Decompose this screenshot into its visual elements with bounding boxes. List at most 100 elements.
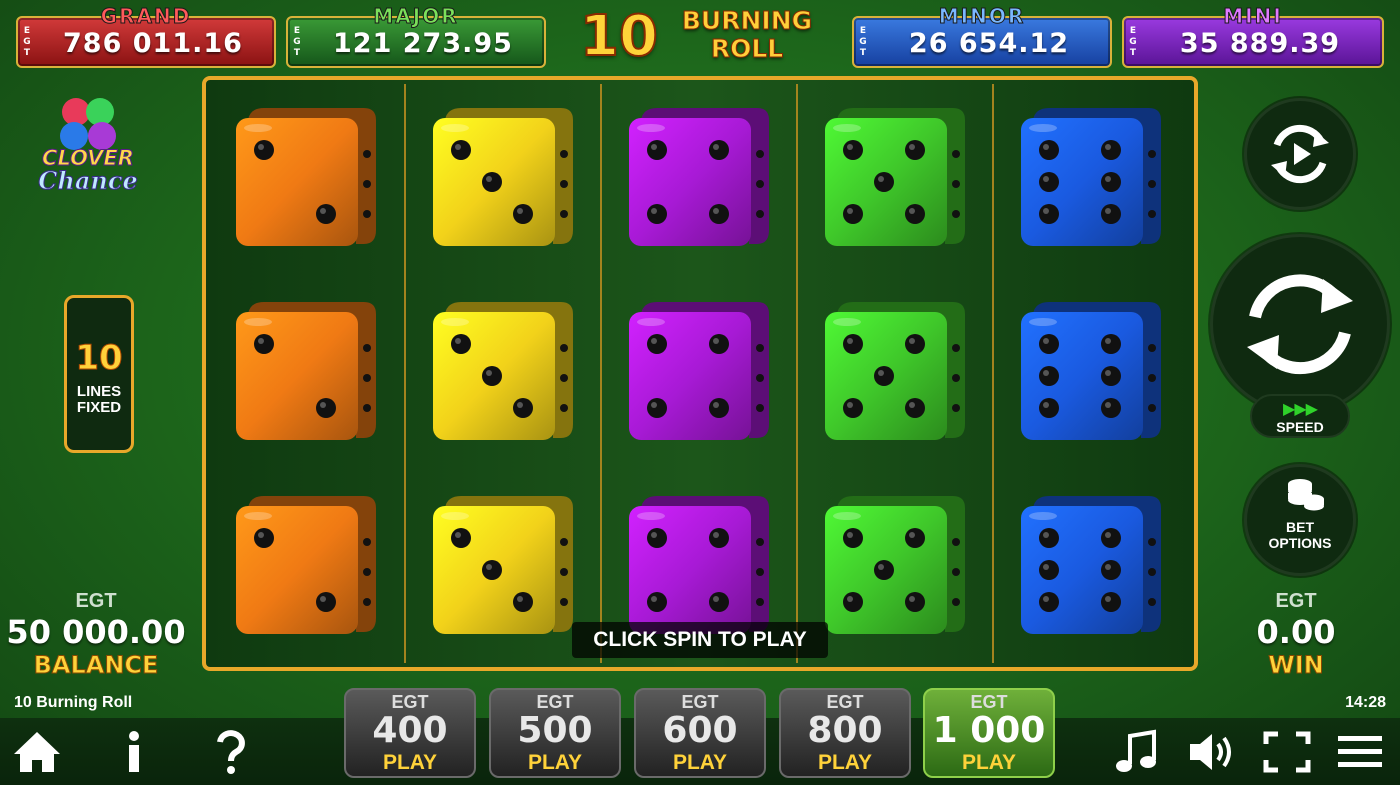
dice-icon	[1021, 302, 1161, 440]
help-icon	[217, 730, 245, 774]
jackpot-currency: EGT	[1129, 25, 1137, 58]
jackpot-grand-value: 786 011.16	[63, 28, 243, 59]
bet-options-label: BET OPTIONS	[1268, 519, 1332, 551]
dice-symbol	[627, 492, 771, 636]
jackpot-major-value: 121 273.95	[333, 28, 513, 59]
fast-forward-icon: ▶▶▶	[1283, 401, 1318, 418]
win-label: WIN	[1268, 651, 1325, 680]
win-panel: EGT 0.00 WIN	[1226, 590, 1366, 680]
dice-icon	[629, 496, 769, 634]
sound-button[interactable]	[1186, 728, 1236, 776]
bet-value: 400	[372, 710, 448, 751]
game-logo-word-2: ROLL	[710, 34, 784, 64]
jackpot-minor-value: 26 654.12	[908, 28, 1070, 59]
dice-symbol	[234, 104, 378, 248]
jackpot-mini-value: 35 889.39	[1179, 28, 1341, 59]
game-logo-number: 10	[579, 3, 659, 70]
dice-icon	[1021, 108, 1161, 246]
dice-icon	[1021, 496, 1161, 634]
click-spin-banner: CLICK SPIN TO PLAY	[572, 622, 828, 658]
bet-button[interactable]: EGT 1 000 PLAY	[923, 688, 1055, 778]
dice-icon	[433, 302, 573, 440]
balance-panel: EGT 50 000.00 BALANCE	[6, 590, 186, 680]
bet-play-label: PLAY	[527, 751, 583, 774]
sound-icon	[1190, 734, 1231, 770]
dice-symbol	[1019, 298, 1163, 442]
reel-separator	[600, 84, 602, 663]
bet-options-button[interactable]: BET OPTIONS	[1244, 464, 1356, 576]
dice-symbol	[823, 492, 967, 636]
jackpot-minor: MINOR EGT 26 654.12	[852, 4, 1112, 68]
dice-icon	[825, 302, 965, 440]
reel-separator	[404, 84, 406, 663]
coins-icon	[1288, 479, 1324, 511]
dice-symbol	[431, 492, 575, 636]
bet-button[interactable]: EGT 800 PLAY	[779, 688, 911, 778]
dice-symbol	[823, 298, 967, 442]
menu-icon	[1338, 736, 1382, 767]
bet-play-label: PLAY	[817, 751, 873, 774]
dice-symbol	[234, 298, 378, 442]
jackpot-mini-label: MINI	[1223, 4, 1283, 29]
home-icon	[14, 732, 60, 772]
bet-play-label: PLAY	[672, 751, 728, 774]
bet-play-label: PLAY	[382, 751, 438, 774]
dice-icon	[629, 302, 769, 440]
dice-symbol	[823, 104, 967, 248]
dice-symbol	[234, 492, 378, 636]
menu-button[interactable]	[1336, 728, 1386, 776]
dice-symbol	[431, 104, 575, 248]
bet-button[interactable]: EGT 500 PLAY	[489, 688, 621, 778]
balance-currency: EGT	[75, 590, 117, 612]
dice-symbol	[627, 298, 771, 442]
jackpot-major-label: MAJOR	[373, 4, 459, 29]
speed-button[interactable]: ▶▶▶ SPEED	[1250, 394, 1350, 438]
fullscreen-icon	[1263, 731, 1311, 773]
dice-symbol	[1019, 492, 1163, 636]
clover-logo-word-2: Chance	[38, 166, 138, 196]
dice-symbol	[1019, 104, 1163, 248]
balance-amount: 50 000.00	[6, 613, 186, 651]
dice-icon	[236, 302, 376, 440]
jackpot-currency: EGT	[859, 25, 867, 58]
clock: 14:28	[1345, 694, 1386, 711]
reel-separator	[992, 84, 994, 663]
music-button[interactable]	[1112, 728, 1162, 776]
bet-play-label: PLAY	[961, 751, 1017, 774]
dice-icon	[825, 496, 965, 634]
dice-icon	[236, 496, 376, 634]
dice-icon	[825, 108, 965, 246]
dice-icon	[433, 108, 573, 246]
win-currency: EGT	[1275, 590, 1317, 612]
bet-value: 800	[807, 710, 883, 751]
dice-symbol	[627, 104, 771, 248]
jackpot-currency: EGT	[23, 25, 31, 58]
fullscreen-button[interactable]	[1262, 728, 1312, 776]
jackpot-major: MAJOR EGT 121 273.95	[286, 4, 546, 68]
jackpot-mini: MINI EGT 35 889.39	[1122, 4, 1384, 68]
home-button[interactable]	[12, 728, 62, 776]
bet-button[interactable]: EGT 600 PLAY	[634, 688, 766, 778]
lines-count: 10	[75, 338, 123, 379]
bet-value: 500	[517, 710, 593, 751]
bet-button[interactable]: EGT 400 PLAY	[344, 688, 476, 778]
music-icon	[1116, 729, 1156, 772]
spin-button[interactable]	[1210, 234, 1390, 414]
jackpot-currency: EGT	[293, 25, 301, 58]
win-amount: 0.00	[1256, 613, 1336, 651]
spin-icon	[1247, 274, 1353, 375]
lines-label-2: FIXED	[76, 399, 122, 416]
help-button[interactable]	[206, 728, 256, 776]
jackpot-grand: GRAND EGT 786 011.16	[16, 4, 276, 68]
lines-label-1: LINES	[76, 383, 122, 400]
autoplay-icon	[1271, 124, 1329, 184]
jackpot-grand-label: GRAND	[100, 4, 192, 29]
dice-icon	[236, 108, 376, 246]
speed-label: SPEED	[1276, 419, 1324, 435]
info-button[interactable]	[110, 728, 160, 776]
info-icon	[129, 731, 139, 772]
bet-value: 600	[662, 710, 738, 751]
autoplay-button[interactable]	[1244, 98, 1356, 210]
jackpot-minor-label: MINOR	[938, 4, 1026, 29]
reel-separator	[796, 84, 798, 663]
